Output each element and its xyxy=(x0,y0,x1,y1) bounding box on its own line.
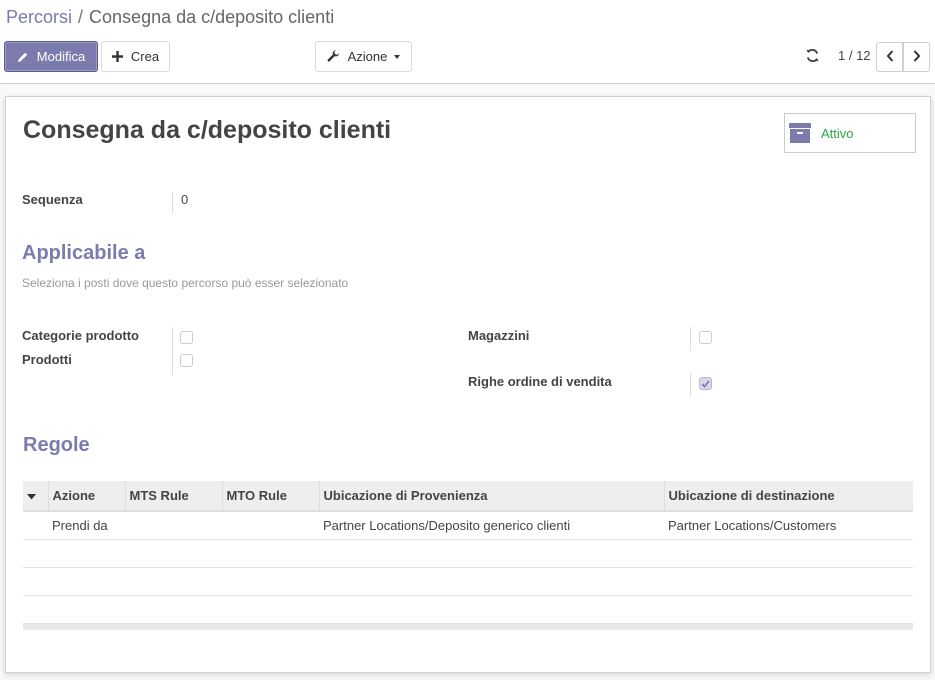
pager-value[interactable]: 1 / 12 xyxy=(838,48,871,63)
sequence-value[interactable]: 0 xyxy=(181,192,188,207)
pencil-icon xyxy=(17,51,29,63)
form-sheet: Consegna da c/deposito clienti Attivo Se… xyxy=(5,96,931,673)
action-button-label: Azione xyxy=(347,49,388,64)
record-title: Consegna da c/deposito clienti xyxy=(23,116,392,144)
table-cell-destination-location: Partner Locations/Customers xyxy=(668,517,837,533)
column-header-source-location[interactable]: Ubicazione di Provenienza xyxy=(319,481,665,512)
breadcrumb: Percorsi / Consegna da c/deposito client… xyxy=(6,7,334,28)
table-cell-mto-rule xyxy=(222,511,319,539)
sale-lines-checkbox[interactable] xyxy=(699,377,712,390)
edit-button-label: Modifica xyxy=(36,49,86,64)
column-header-destination-location[interactable]: Ubicazione di destinazione xyxy=(664,481,913,512)
archive-icon xyxy=(789,122,811,144)
table-header-row: Azione MTS Rule MTO Rule Ubicazione di P… xyxy=(23,481,913,512)
empty-table-row xyxy=(23,539,913,567)
products-label: Prodotti xyxy=(22,352,72,367)
column-header-mts-rule[interactable]: MTS Rule xyxy=(125,481,223,512)
wrench-icon xyxy=(327,50,340,63)
breadcrumb-separator: / xyxy=(78,7,84,27)
breadcrumb-current: Consegna da c/deposito clienti xyxy=(89,7,335,27)
warehouses-label: Magazzini xyxy=(468,328,530,343)
chevron-left-icon xyxy=(886,49,894,65)
active-toggle-button[interactable]: Attivo xyxy=(784,113,916,153)
active-label: Attivo xyxy=(821,125,854,141)
applicable-help-text: Seleziona i posti dove questo percorso p… xyxy=(22,276,349,290)
warehouses-checkbox[interactable] xyxy=(699,331,712,344)
table-row[interactable]: Prendi da Partner Locations/Deposito gen… xyxy=(23,511,913,539)
action-dropdown-button[interactable]: Azione xyxy=(315,41,412,72)
rules-section-title: Regole xyxy=(23,434,90,456)
caret-down-icon xyxy=(27,488,36,503)
chevron-right-icon xyxy=(913,49,921,65)
edit-button[interactable]: Modifica xyxy=(4,41,98,72)
create-button-label: Crea xyxy=(130,49,160,64)
pager-previous-button[interactable] xyxy=(876,42,903,72)
control-panel: Percorsi / Consegna da c/deposito client… xyxy=(0,0,935,84)
empty-table-row xyxy=(23,595,913,623)
empty-table-row xyxy=(23,567,913,595)
refresh-icon[interactable] xyxy=(805,48,820,66)
table-cell-action: Prendi da xyxy=(52,517,108,533)
rules-table: Azione MTS Rule MTO Rule Ubicazione di P… xyxy=(23,481,913,630)
create-button[interactable]: Crea xyxy=(101,41,170,72)
sale-lines-label: Righe ordine di vendita xyxy=(468,374,612,389)
pager-next-button[interactable] xyxy=(903,42,930,72)
table-cell xyxy=(23,511,48,539)
table-footer xyxy=(23,623,913,630)
sort-handle-header[interactable] xyxy=(23,481,49,512)
field-divider xyxy=(690,373,691,397)
column-header-mto-rule[interactable]: MTO Rule xyxy=(222,481,320,512)
product-categories-label: Categorie prodotto xyxy=(22,328,139,343)
applicable-section-title: Applicabile a xyxy=(22,242,146,264)
column-header-action[interactable]: Azione xyxy=(48,481,126,512)
table-cell-mts-rule xyxy=(125,511,222,539)
sequence-label: Sequenza xyxy=(22,192,83,207)
field-divider xyxy=(172,327,173,375)
breadcrumb-parent-link[interactable]: Percorsi xyxy=(6,7,72,28)
products-checkbox[interactable] xyxy=(180,354,193,367)
field-divider xyxy=(172,192,173,214)
field-divider xyxy=(690,327,691,351)
caret-down-icon xyxy=(394,54,401,59)
product-categories-checkbox[interactable] xyxy=(180,331,193,344)
check-icon xyxy=(701,376,710,391)
table-cell-source-location: Partner Locations/Deposito generico clie… xyxy=(323,517,571,533)
plus-icon xyxy=(111,51,123,62)
